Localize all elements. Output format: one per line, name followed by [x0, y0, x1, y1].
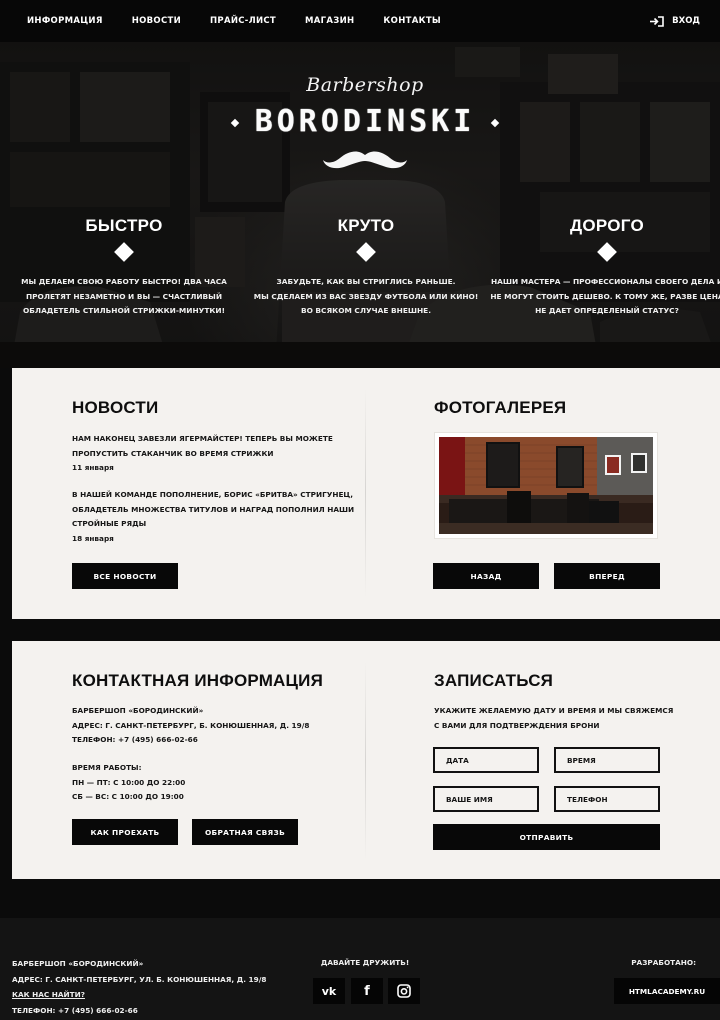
nav-item-news[interactable]: НОВОСТИ	[132, 16, 181, 26]
nav-item-contacts[interactable]: КОНТАКТЫ	[383, 16, 441, 26]
panel-divider	[365, 661, 366, 861]
contacts-line: АДРЕС: Г. САНКТ-ПЕТЕРБУРГ, Б. КОНЮШЕННАЯ…	[72, 720, 310, 730]
logo-script: Barbershop	[306, 74, 424, 96]
booking-description: УКАЖИТЕ ЖЕЛАЕМУЮ ДАТУ И ВРЕМЯ И МЫ СВЯЖЕ…	[434, 704, 673, 733]
feature-expensive: ДОРОГО НАШИ МАСТЕРА — ПРОФЕССИОНАЛЫ СВОЕ…	[487, 216, 720, 319]
feature-cool-line: ВО ВСЯКОМ СЛУЧАЕ ВНЕШНЕ.	[300, 306, 432, 315]
news-title: НОВОСТИ	[72, 398, 159, 417]
footer-phone: ТЕЛЕФОН: +7 (495) 666-02-66	[12, 1005, 138, 1015]
feature-expensive-diamond	[597, 242, 617, 262]
news-date: 18 января	[72, 534, 114, 543]
vk-icon[interactable]: vk	[313, 978, 345, 1004]
feature-cool: КРУТО ЗАБУДЬТЕ, КАК ВЫ СТРИГЛИСЬ РАНЬШЕ.…	[247, 216, 485, 319]
footer: БАРБЕРШОП «БОРОДИНСКИЙ» АДРЕС: Г. САНКТ-…	[0, 918, 720, 1020]
mustache-icon	[323, 151, 407, 169]
logo-wordmark: BORODINSKI	[254, 104, 476, 139]
feature-fast-line: МЫ ДЕЛАЕМ СВОЮ РАБОТУ БЫСТРО! ДВА ЧАСА	[21, 277, 227, 286]
feature-fast: БЫСТРО МЫ ДЕЛАЕМ СВОЮ РАБОТУ БЫСТРО! ДВА…	[5, 216, 243, 319]
news-gallery-panel: НОВОСТИ НАМ НАКОНЕЦ ЗАВЕЗЛИ ЯГЕРМАЙСТЕР!…	[12, 368, 720, 619]
gallery-next-button[interactable]: ВПЕРЕД	[554, 563, 660, 589]
name-field[interactable]: ВАШЕ ИМЯ	[433, 786, 539, 812]
working-hours-line: ПН — ПТ: С 10:00 ДО 22:00	[72, 777, 186, 787]
instagram-icon[interactable]	[388, 978, 420, 1004]
booking-description-line: УКАЖИТЕ ЖЕЛАЕМУЮ ДАТУ И ВРЕМЯ И МЫ СВЯЖЕ…	[434, 706, 674, 715]
main-menu: ИНФОРМАЦИЯ НОВОСТИ ПРАЙС-ЛИСТ МАГАЗИН КО…	[27, 16, 470, 26]
feature-cool-text: ЗАБУДЬТЕ, КАК ВЫ СТРИГЛИСЬ РАНЬШЕ. МЫ СД…	[247, 275, 485, 319]
feature-fast-text: МЫ ДЕЛАЕМ СВОЮ РАБОТУ БЫСТРО! ДВА ЧАСА П…	[5, 275, 243, 319]
all-news-button[interactable]: ВСЕ НОВОСТИ	[72, 563, 178, 589]
gallery-prev-button[interactable]: НАЗАД	[433, 563, 539, 589]
panel-divider	[365, 388, 366, 598]
news-date: 11 января	[72, 463, 114, 472]
news-item-text: ПРОПУСТИТЬ СТАКАНЧИК ВО ВРЕМЯ СТРИЖКИ	[72, 448, 274, 458]
login-label: ВХОД	[672, 16, 700, 26]
submit-button[interactable]: ОТПРАВИТЬ	[433, 824, 660, 850]
feature-expensive-line: НАШИ МАСТЕРА — ПРОФЕССИОНАЛЫ СВОЕГО ДЕЛА…	[490, 277, 720, 286]
feature-fast-line: ПРОЛЕТЯТ НЕЗАМЕТНО И ВЫ — СЧАСТЛИВЫЙ	[25, 291, 223, 301]
working-hours-line: СБ — ВС: С 10:00 ДО 19:00	[72, 792, 184, 801]
facebook-icon[interactable]: f	[351, 978, 383, 1004]
feature-cool-line: МЫ СДЕЛАЕМ ИЗ ВАС ЗВЕЗДУ ФУТБОЛА ИЛИ КИН…	[253, 291, 479, 301]
booking-description-line: С ВАМИ ДЛЯ ПОДТВЕРЖДЕНИЯ БРОНИ	[434, 720, 600, 730]
feature-fast-line: ОБЛАДЕТЕЛЬ СТИЛЬНОЙ СТРИЖКИ-МИНУТКИ!	[23, 306, 225, 315]
footer-address: АДРЕС: Г. САНКТ-ПЕТЕРБУРГ, УЛ. Б. КОНЮШЕ…	[12, 974, 267, 984]
booking-title: ЗАПИСАТЬСЯ	[434, 671, 554, 690]
directions-button[interactable]: КАК ПРОЕХАТЬ	[72, 819, 178, 845]
contacts-title: КОНТАКТНАЯ ИНФОРМАЦИЯ	[72, 671, 323, 690]
news-item-text: ОБЛАДЕТЕЛЬ МНОЖЕСТВА ТИТУЛОВ И НАГРАД ПО…	[72, 504, 355, 514]
feature-expensive-line: НЕ МОГУТ СТОИТЬ ДЕШЕВО. К ТОМУ ЖЕ, РАЗВЕ…	[490, 291, 720, 301]
feature-cool-diamond	[356, 242, 376, 262]
login-link[interactable]: ВХОД	[650, 0, 700, 42]
feature-fast-title: БЫСТРО	[85, 216, 163, 235]
news-item-text: НАМ НАКОНЕЦ ЗАВЕЗЛИ ЯГЕРМАЙСТЕР! ТЕПЕРЬ …	[72, 434, 333, 443]
nav-item-info[interactable]: ИНФОРМАЦИЯ	[27, 16, 103, 26]
nav-item-prices[interactable]: ПРАЙС-ЛИСТ	[210, 16, 276, 26]
login-icon	[650, 15, 664, 27]
nav-item-shop[interactable]: МАГАЗИН	[305, 16, 354, 26]
barbershop-photo	[439, 437, 653, 534]
hero-section: Barbershop BORODINSKI БЫСТРО МЫ ДЕЛАЕМ С…	[0, 42, 720, 368]
top-navigation: ИНФОРМАЦИЯ НОВОСТИ ПРАЙС-ЛИСТ МАГАЗИН КО…	[0, 0, 720, 42]
developer-link[interactable]: HTMLACADEMY.RU	[614, 978, 720, 1004]
feedback-button[interactable]: ОБРАТНАЯ СВЯЗЬ	[192, 819, 298, 845]
footer-shop-name: БАРБЕРШОП «БОРОДИНСКИЙ»	[12, 959, 144, 968]
gallery-title: ФОТОГАЛЕРЕЯ	[434, 398, 567, 417]
feature-expensive-text: НАШИ МАСТЕРА — ПРОФЕССИОНАЛЫ СВОЕГО ДЕЛА…	[487, 275, 720, 319]
working-hours: ВРЕМЯ РАБОТЫ: ПН — ПТ: С 10:00 ДО 22:00 …	[72, 761, 185, 805]
feature-expensive-line: НЕ ДАЕТ ОПРЕДЕЛЕНЫЙ СТАТУС?	[535, 306, 679, 315]
feature-cool-line: ЗАБУДЬТЕ, КАК ВЫ СТРИГЛИСЬ РАНЬШЕ.	[276, 277, 456, 286]
gallery-photo[interactable]	[435, 433, 657, 538]
phone-field[interactable]: ТЕЛЕФОН	[554, 786, 660, 812]
date-field[interactable]: ДАТА	[433, 747, 539, 773]
developer-title: РАЗРАБОТАНО:	[631, 958, 696, 967]
feature-cool-title: КРУТО	[337, 216, 395, 235]
footer-directions-link[interactable]: КАК НАС НАЙТИ?	[12, 987, 266, 1003]
news-item[interactable]: НАМ НАКОНЕЦ ЗАВЕЗЛИ ЯГЕРМАЙСТЕР! ТЕПЕРЬ …	[72, 432, 333, 461]
contacts-line: БАРБЕРШОП «БОРОДИНСКИЙ»	[72, 706, 204, 715]
time-field[interactable]: ВРЕМЯ	[554, 747, 660, 773]
news-item[interactable]: В НАШЕЙ КОМАНДЕ ПОПОЛНЕНИЕ, БОРИС «БРИТВ…	[72, 488, 354, 532]
feature-fast-diamond	[114, 242, 134, 262]
footer-contacts: БАРБЕРШОП «БОРОДИНСКИЙ» АДРЕС: Г. САНКТ-…	[12, 956, 266, 1018]
contacts-booking-panel: КОНТАКТНАЯ ИНФОРМАЦИЯ БАРБЕРШОП «БОРОДИН…	[12, 641, 720, 879]
news-item-text: СТРОЙНЫЕ РЯДЫ	[72, 519, 147, 528]
social-title: ДАВАЙТЕ ДРУЖИТЬ!	[320, 958, 410, 967]
instagram-glyph	[397, 984, 411, 998]
contacts-info: БАРБЕРШОП «БОРОДИНСКИЙ» АДРЕС: Г. САНКТ-…	[72, 704, 309, 748]
feature-expensive-title: ДОРОГО	[569, 216, 645, 235]
news-item-text: В НАШЕЙ КОМАНДЕ ПОПОЛНЕНИЕ, БОРИС «БРИТВ…	[72, 490, 353, 499]
contacts-line: ТЕЛЕФОН: +7 (495) 666-02-66	[72, 735, 198, 744]
working-hours-title: ВРЕМЯ РАБОТЫ:	[72, 763, 142, 772]
